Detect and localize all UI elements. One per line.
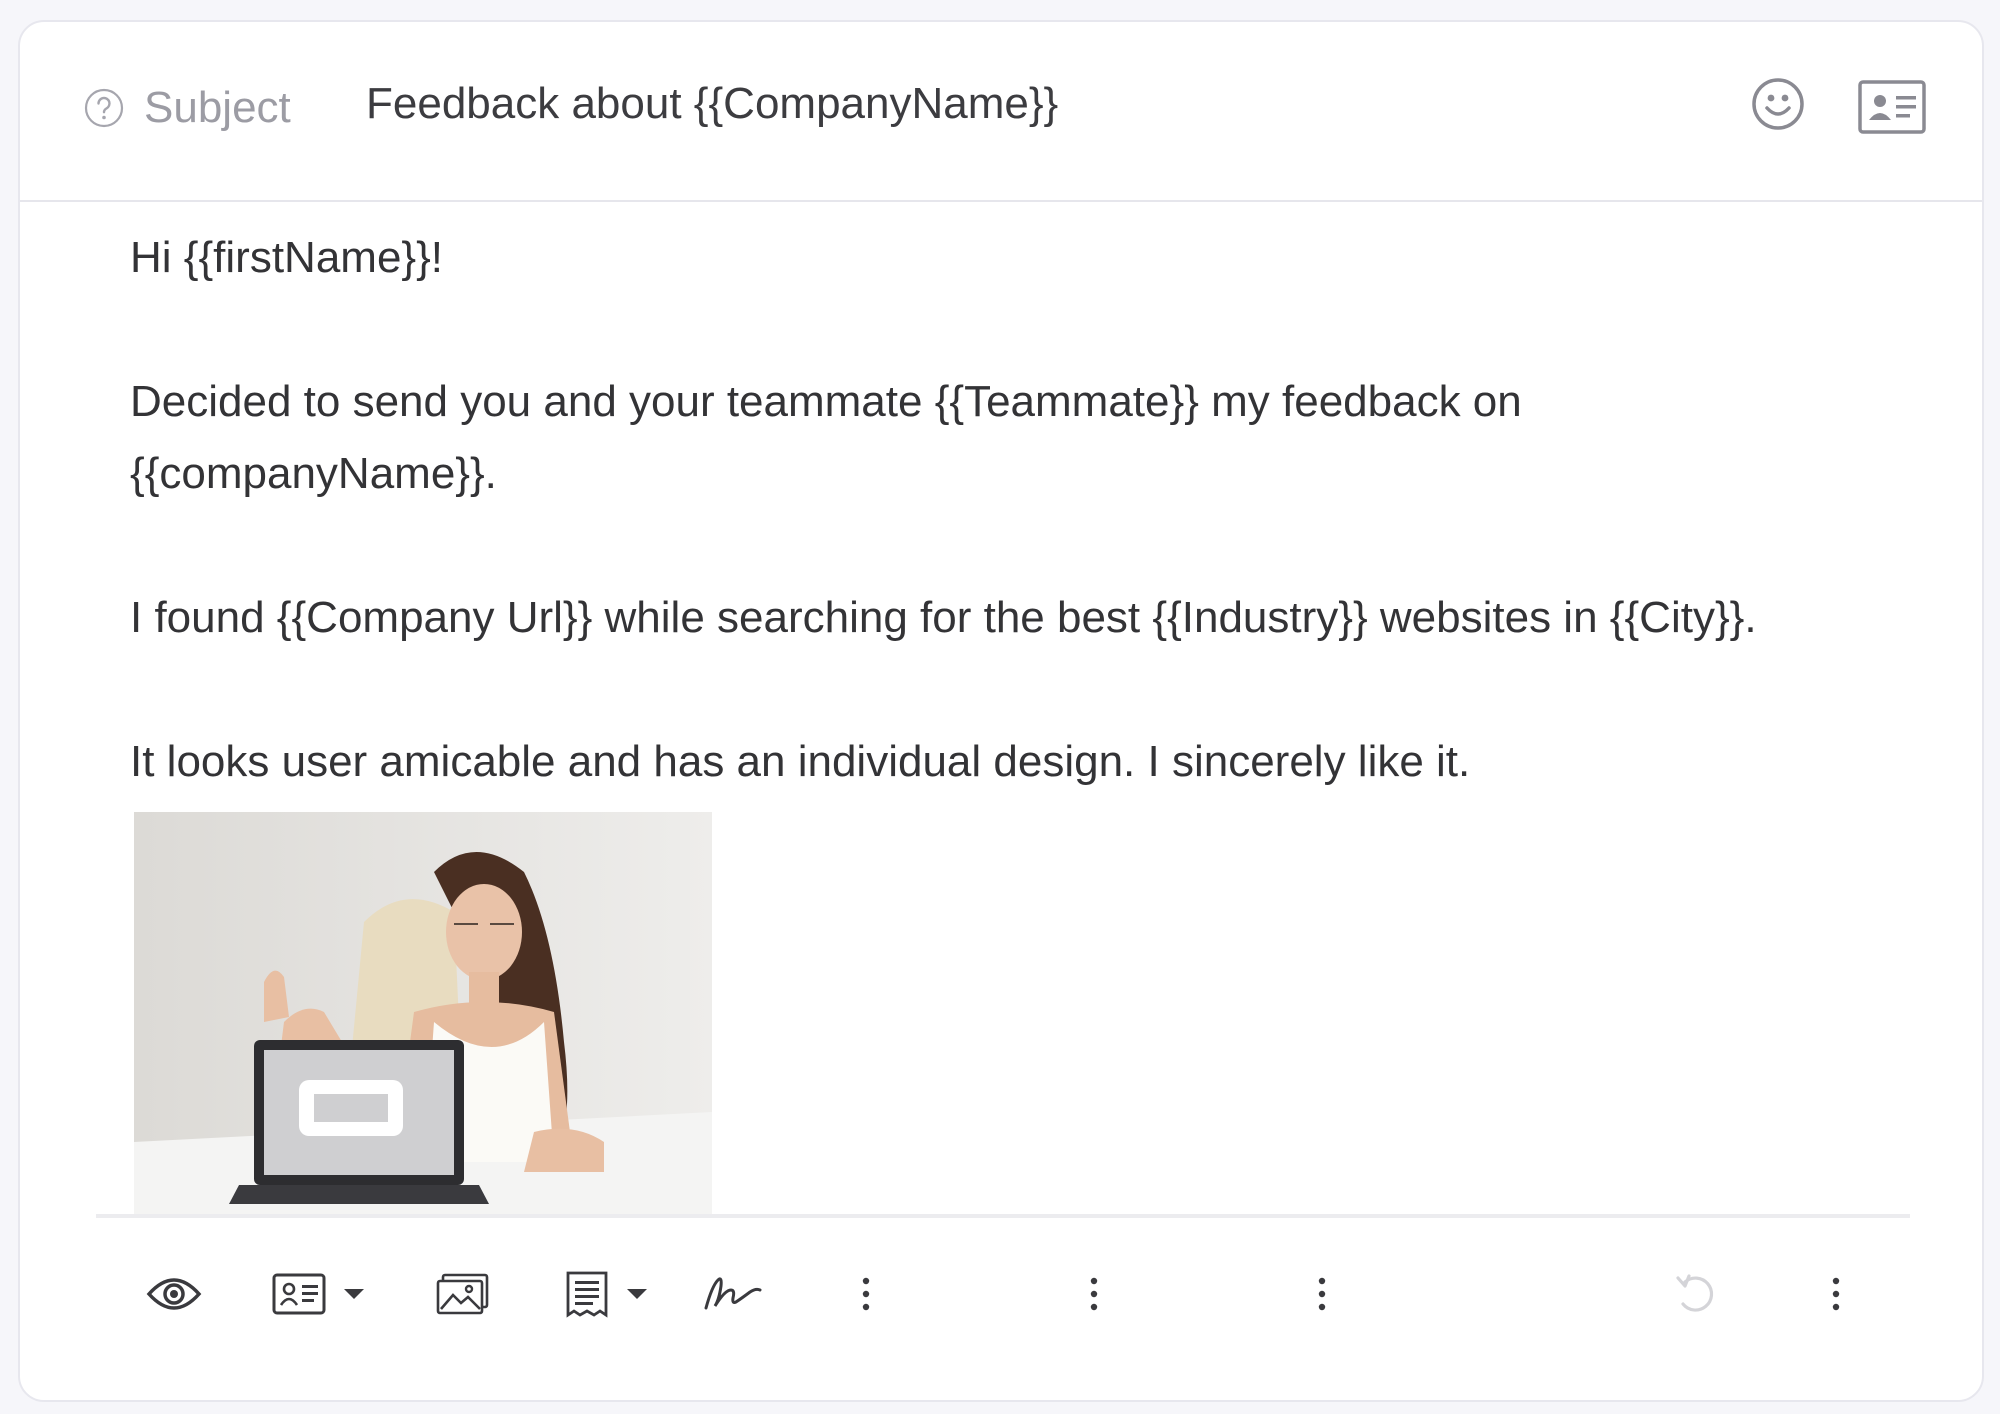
contact-card-icon[interactable] <box>1858 80 1926 134</box>
more-vertical-icon <box>1832 1277 1840 1311</box>
body-paragraph: It looks user amicable and has an indivi… <box>130 737 1471 786</box>
more-vertical-icon <box>1318 1277 1326 1311</box>
insert-template-button[interactable] <box>560 1266 660 1322</box>
body-paragraph: Decided to send you and your teammate {{… <box>130 377 1522 498</box>
more-vertical-icon <box>862 1277 870 1311</box>
image-icon <box>436 1273 489 1315</box>
embedded-photo[interactable] <box>134 812 712 1214</box>
insert-variable-button[interactable] <box>266 1266 378 1322</box>
dropdown-caret-icon <box>344 1289 364 1299</box>
editor-toolbar <box>20 1238 1982 1358</box>
undo-icon <box>1676 1274 1714 1312</box>
dropdown-caret-icon <box>627 1289 647 1299</box>
email-composer: Subject Feedback about {{CompanyName}} H… <box>18 20 1984 1402</box>
greeting-line: Hi {{firstName}}! <box>130 233 444 282</box>
insert-image-button[interactable] <box>434 1266 492 1322</box>
body-paragraph: I found {{Company Url}} while searching … <box>130 593 1757 642</box>
eye-icon <box>146 1278 202 1310</box>
preview-button[interactable] <box>144 1266 204 1322</box>
more-options-button[interactable] <box>1078 1266 1110 1322</box>
subject-input[interactable]: Feedback about {{CompanyName}} <box>366 78 1058 130</box>
subject-bar: Subject Feedback about {{CompanyName}} <box>20 22 1982 202</box>
signature-icon <box>704 1277 762 1310</box>
more-options-button[interactable] <box>850 1266 882 1322</box>
subject-label: Subject <box>144 83 291 132</box>
photo-illustration <box>134 812 712 1214</box>
more-vertical-icon <box>1090 1277 1098 1311</box>
contact-card-icon <box>272 1273 326 1315</box>
template-icon <box>566 1271 608 1318</box>
toolbar-divider <box>96 1214 1910 1218</box>
signature-button[interactable] <box>700 1266 764 1322</box>
undo-button[interactable] <box>1672 1266 1722 1322</box>
more-options-button[interactable] <box>1820 1266 1852 1322</box>
question-circle-icon[interactable] <box>84 88 124 128</box>
more-options-button[interactable] <box>1306 1266 1338 1322</box>
email-body[interactable]: Hi {{firstName}}! Decided to send you an… <box>130 222 1930 798</box>
smiley-icon[interactable] <box>1750 76 1806 132</box>
